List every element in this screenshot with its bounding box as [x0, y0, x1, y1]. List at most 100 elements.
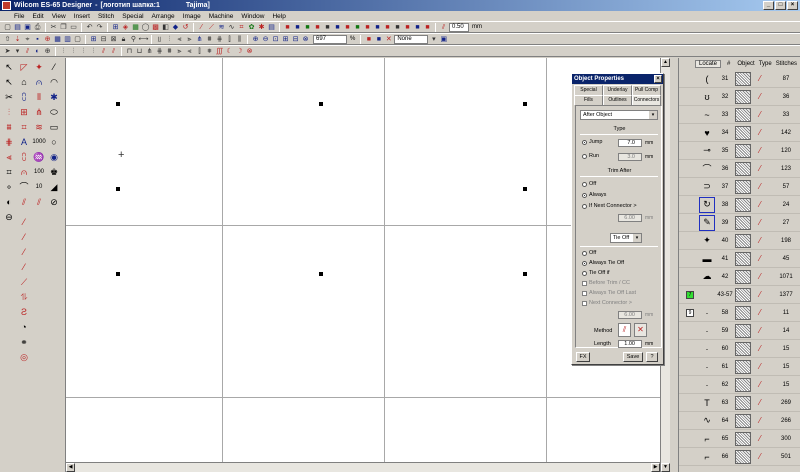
menu-insert[interactable]: Insert — [70, 13, 94, 20]
sequence-icon-3[interactable]: ⊕ — [43, 47, 52, 56]
node-icon[interactable]: ▪ — [33, 35, 42, 44]
sequence-row[interactable]: T 63 ⁄ 269 — [679, 394, 800, 412]
circle-tool-icon[interactable]: ○ — [48, 136, 60, 148]
color-icon-1[interactable]: ■ — [283, 23, 292, 32]
stitch-type-icon[interactable]: ⁄ — [197, 23, 206, 32]
stitch-angle-icon-7[interactable]: ⋕ — [215, 35, 224, 44]
tool-icon-38[interactable]: ⫽ — [18, 196, 30, 208]
outline-icon[interactable]: ∿ — [227, 23, 236, 32]
menu-image[interactable]: Image — [179, 13, 205, 20]
show-grid-icon[interactable]: ▦ — [131, 23, 140, 32]
tool-icon-40[interactable]: ⊘ — [48, 196, 60, 208]
arrange-icon-2[interactable]: ⫶ — [69, 47, 78, 56]
tool-icon-14[interactable]: ⊞ — [18, 106, 30, 118]
object-thumbnail[interactable]: · — [699, 341, 715, 357]
tool-100-icon[interactable]: 100 — [33, 166, 45, 178]
run-length-field[interactable]: 3.0 — [618, 153, 642, 161]
tie-before-trim-check[interactable]: Before Trim / CC — [582, 280, 630, 286]
tool-icon-21[interactable]: ⋕ — [3, 136, 15, 148]
stitch-icon-7[interactable]: ⫷ — [185, 47, 194, 56]
color-icon-5[interactable]: ■ — [323, 23, 332, 32]
mirror-icon[interactable]: ⊟ — [99, 35, 108, 44]
stitch-angle-icon-6[interactable]: ⩩ — [205, 35, 214, 44]
tie-method-icon-2[interactable]: ✕ — [634, 323, 647, 337]
sequence-row[interactable]: ~33 ⁄ 33 — [679, 106, 800, 124]
zoom-1to1-icon[interactable]: ⊟ — [291, 35, 300, 44]
zoom-prev-icon[interactable]: ⊗ — [301, 35, 310, 44]
tool-icon-43[interactable]: ⁄ — [18, 231, 30, 243]
object-thumbnail[interactable]: ⌒ — [699, 161, 715, 177]
scroll-down-icon[interactable]: ▼ — [661, 463, 670, 472]
save-button[interactable]: Save — [623, 352, 643, 362]
stitch-icon-4[interactable]: ⋕ — [155, 47, 164, 56]
sequence-row[interactable]: ⊃ 37 ⁄ 57 — [679, 178, 800, 196]
tool-icon-36[interactable]: ◢ — [48, 181, 60, 193]
arrange-icon-3[interactable]: ⫶ — [79, 47, 88, 56]
minimize-button[interactable]: _ — [763, 1, 774, 10]
color-icon-2[interactable]: ■ — [293, 23, 302, 32]
selection-handle[interactable] — [523, 272, 527, 276]
menu-view[interactable]: View — [48, 13, 70, 20]
tie-if-radio[interactable]: Tie Off if — [582, 270, 609, 276]
sequence-row[interactable]: ⊸ 35 ⁄ 120 — [679, 142, 800, 160]
color-icon-7[interactable]: ■ — [343, 23, 352, 32]
object-thumbnail[interactable]: ✎ — [699, 214, 715, 231]
tab-special[interactable]: Special — [574, 85, 603, 95]
tool-icon-27[interactable]: ♒ — [33, 151, 45, 163]
object-thumbnail[interactable]: · — [699, 377, 715, 393]
tab-fills[interactable]: Fills — [574, 95, 603, 105]
show-hoop-icon[interactable]: ◯ — [141, 23, 150, 32]
sequence-icon-1[interactable]: ⫽ — [23, 47, 32, 56]
tool-icon-32[interactable]: ♚ — [48, 166, 60, 178]
hand-icon[interactable]: ⇧ — [3, 35, 12, 44]
object-thumbnail[interactable]: ▬ — [699, 251, 715, 267]
sequence-row[interactable]: ⌒ 36 ⁄ 123 — [679, 160, 800, 178]
fx-button[interactable]: FX — [576, 352, 590, 362]
lettering-icon[interactable]: A — [18, 136, 30, 148]
jump-length-field[interactable]: 7.0 — [618, 139, 642, 147]
copy-icon[interactable]: ❐ — [59, 23, 68, 32]
zoom-fit-icon[interactable]: ⊞ — [281, 35, 290, 44]
selection-handle[interactable] — [116, 272, 120, 276]
show-design-icon[interactable]: ◧ — [161, 23, 170, 32]
open-file-icon[interactable]: ▤ — [13, 23, 22, 32]
stitch-icon-2[interactable]: ⊔ — [135, 47, 144, 56]
color-icon-8[interactable]: ■ — [353, 23, 362, 32]
print-icon[interactable]: ⎙ — [33, 23, 42, 32]
object-thumbnail[interactable]: ( — [699, 71, 715, 87]
reshape-icon[interactable]: ⇣ — [13, 35, 22, 44]
maximize-button[interactable]: □ — [775, 1, 786, 10]
tool-10-icon[interactable]: 10 — [33, 181, 45, 193]
fill-icon[interactable]: ⌗ — [237, 23, 246, 32]
stitch-angle-icon-1[interactable]: ⫫ — [155, 35, 164, 44]
object-thumbnail[interactable]: ʊ — [699, 89, 715, 105]
stitch-icon-3[interactable]: ⋔ — [145, 47, 154, 56]
scroll-right-icon[interactable]: ▶ — [651, 463, 660, 472]
tool-icon-13[interactable]: ⫶ — [3, 106, 15, 118]
sequence-row[interactable]: (31 ⁄ 87 — [679, 70, 800, 88]
show-outlines-icon[interactable]: ◈ — [121, 23, 130, 32]
object-thumbnail[interactable]: · — [699, 323, 715, 339]
tool-icon-26[interactable]: ⩇ — [18, 151, 30, 163]
tool-icon-45[interactable]: ⁄ — [18, 261, 30, 273]
menu-window[interactable]: Window — [237, 13, 268, 20]
sequence-row[interactable]: · 61 ⁄ 15 — [679, 358, 800, 376]
color-icon-10[interactable]: ■ — [373, 23, 382, 32]
grid-icon[interactable]: ▥ — [63, 35, 72, 44]
sequence-row[interactable]: ♥ 34 ⁄ 142 — [679, 124, 800, 142]
cross-tool-icon[interactable]: ✱ — [48, 91, 60, 103]
paste-icon[interactable]: ▭ — [69, 23, 78, 32]
new-file-icon[interactable]: ▢ — [3, 23, 12, 32]
redo-icon[interactable]: ↷ — [95, 23, 104, 32]
menu-help[interactable]: Help — [268, 13, 289, 20]
tool-icon-33[interactable]: ⚬ — [3, 181, 15, 193]
motif-icon[interactable]: ✿ — [247, 23, 256, 32]
color-icon-13[interactable]: ■ — [403, 23, 412, 32]
column-b-icon[interactable]: ✦ — [33, 61, 45, 73]
color-swatch[interactable]: 9 — [686, 308, 694, 317]
horizontal-scrollbar[interactable]: ◀ ▶ — [66, 462, 660, 472]
knife-icon[interactable]: ✂ — [3, 91, 15, 103]
tie-length-field[interactable]: 1.00 — [618, 340, 642, 348]
trim-off-radio[interactable]: Off — [582, 181, 596, 187]
zoom-box-icon[interactable]: ⊡ — [271, 35, 280, 44]
